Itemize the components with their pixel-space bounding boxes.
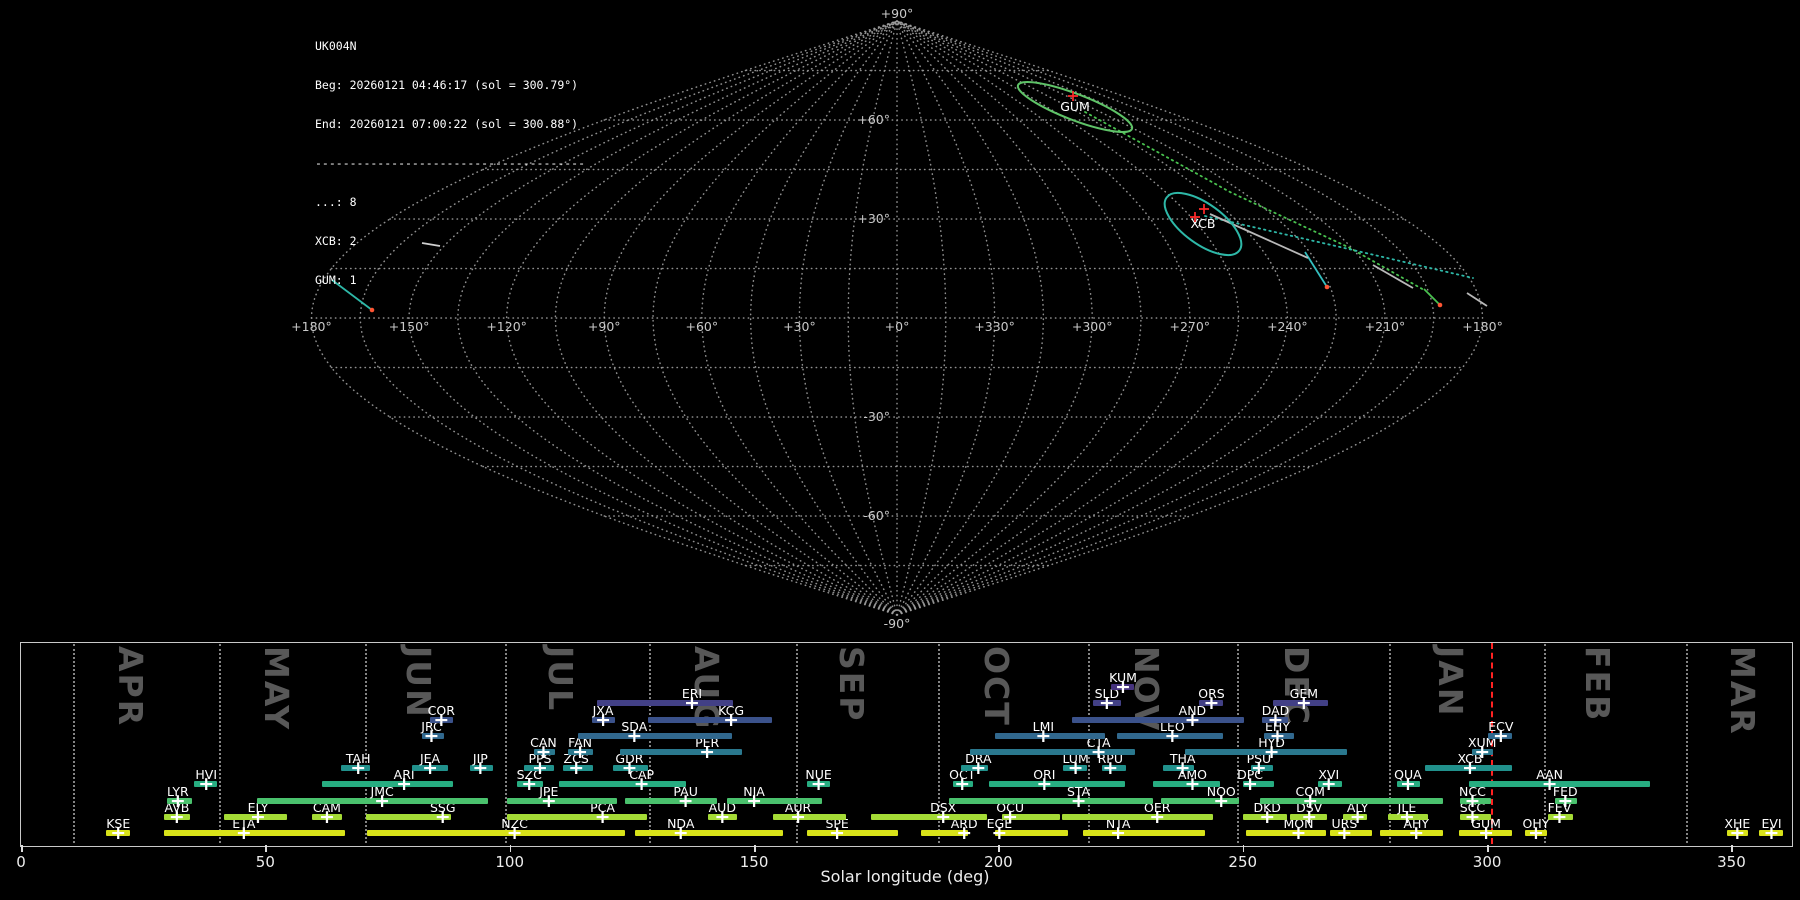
month-separator-dec [1236, 644, 1239, 843]
shower-label-nia: NIA [743, 783, 765, 799]
shower-label-nda: NDA [667, 816, 695, 831]
month-label-jul: JUL [541, 646, 581, 713]
x-axis-tick-label: 350 [1717, 853, 1746, 871]
x-axis-tick [998, 845, 1000, 852]
shower-bar-ari [322, 781, 453, 788]
shower-bar-pca [507, 813, 647, 820]
shower-label-lyr: LYR [167, 783, 189, 799]
x-axis-tick-label: 250 [1228, 853, 1258, 871]
shower-label-hvi: HVI [195, 767, 218, 783]
x-axis-tick [509, 845, 512, 852]
activity-timeline-chart: Solar longitude (deg) APR MAY JUN JUL AUG SEP… [0, 0, 1800, 900]
shower-bar-oer [1061, 813, 1214, 820]
shower-label-evi: EVI [1761, 816, 1782, 831]
month-separator-mar [1685, 644, 1688, 843]
x-axis-tick-label: 200 [984, 853, 1013, 871]
month-label-mar: MAR [1722, 646, 1762, 736]
month-separator-feb [1544, 644, 1547, 843]
shower-bar-pau [625, 797, 718, 804]
shower-label-aan: AAN [1536, 767, 1564, 783]
shower-bar-nda [635, 830, 784, 836]
x-axis-tick-label: 0 [16, 853, 26, 871]
shower-label-can: CAN [530, 735, 557, 750]
month-label-apr: APR [111, 646, 151, 728]
shower-bar-kcg [648, 716, 773, 723]
shower-label-nue: NUE [805, 767, 832, 783]
x-axis-tick-label: 50 [255, 853, 275, 871]
shower-bar-eri [597, 700, 734, 707]
month-label-sep: SEP [831, 646, 871, 723]
shower-label-ohy: OHY [1522, 816, 1550, 831]
shower-bar-sta [949, 797, 1154, 804]
shower-bar-nzc [366, 830, 626, 836]
shower-label-sda: SDA [621, 718, 648, 734]
shower-bar-cap [558, 781, 686, 788]
month-separator-may [219, 644, 222, 843]
x-axis-tick-label: 300 [1472, 853, 1502, 871]
month-separator-apr [72, 644, 75, 843]
shower-label-tah: TAH [345, 751, 371, 767]
x-axis-tick [1731, 845, 1734, 852]
shower-label-eri: ERI [681, 686, 703, 702]
x-axis-tick-label: 100 [495, 853, 525, 871]
shower-bar-sda [578, 732, 733, 739]
shower-bar-per [620, 749, 743, 755]
shower-label-kse: KSE [106, 816, 131, 831]
shower-bar-and [1072, 716, 1244, 723]
shower-label-jip: JIP [472, 751, 488, 767]
x-axis-tick-label: 150 [739, 853, 769, 871]
shower-bar-nta [1083, 830, 1205, 836]
meteor-plot-screen: GUM XCB +90° -90° +60° +30° -30° -60° +180° +150°… [0, 0, 1800, 900]
x-axis-tick [21, 845, 23, 852]
shower-bar-com [1260, 797, 1444, 804]
shower-label-xhe: XHE [1724, 816, 1751, 831]
shower-label-gem: GEM [1289, 686, 1319, 702]
month-label-feb: FEB [1577, 646, 1617, 723]
month-label-may: MAY [256, 646, 296, 732]
shower-label-jea: JEA [419, 751, 441, 767]
x-axis-tick [265, 845, 267, 852]
shower-bar-jpe [507, 797, 618, 804]
x-axis-tick [1242, 845, 1245, 852]
x-axis-tick [754, 845, 756, 852]
shower-label-ecv: ECV [1488, 718, 1514, 734]
shower-bar-ori [989, 781, 1126, 788]
shower-label-lmi: LMI [1032, 718, 1055, 734]
shower-label-xvi: XVI [1318, 767, 1340, 783]
month-separator-aug [648, 644, 651, 843]
shower-bar-nia [727, 797, 823, 804]
shower-label-kum: KUM [1109, 670, 1137, 686]
shower-label-ori: ORI [1033, 767, 1056, 783]
shower-label-cor: COR [427, 702, 455, 718]
shower-label-qua: QUA [1394, 767, 1422, 783]
month-label-jan: JAN [1431, 646, 1471, 718]
x-axis-title: Solar longitude (deg) [820, 867, 990, 886]
month-label-oct: OCT [977, 646, 1017, 727]
x-axis-tick [1487, 845, 1489, 852]
shower-label-ors: ORS [1198, 686, 1225, 702]
shower-bar-spe [807, 830, 899, 836]
